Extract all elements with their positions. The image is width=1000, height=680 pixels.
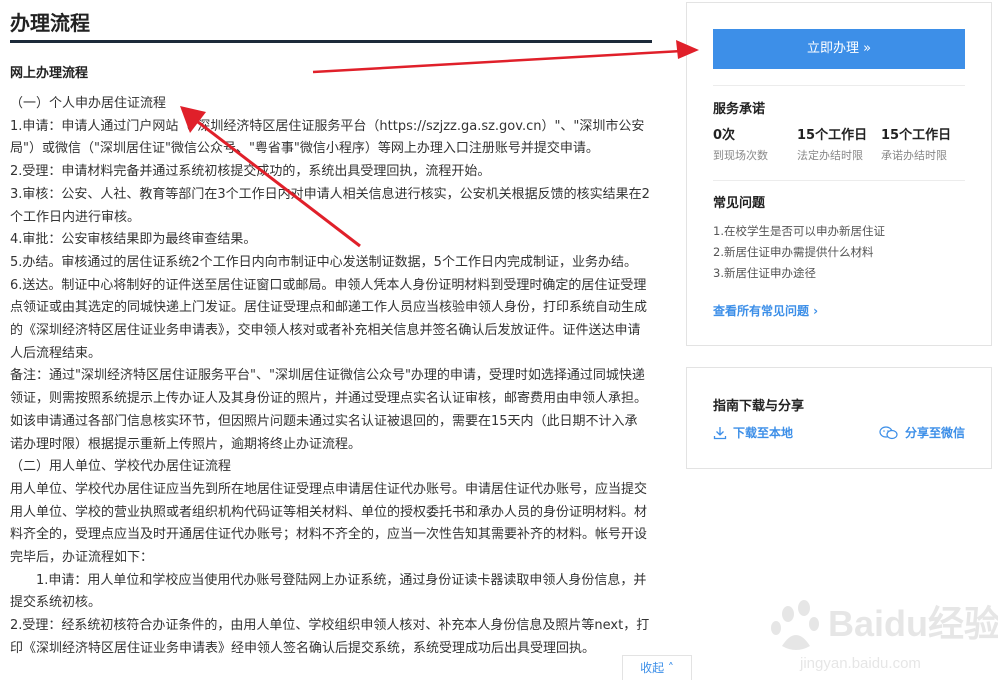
- paragraph: 4.审批：公安审核结果即为最终审查结果。: [10, 232, 257, 248]
- download-label: 下载至本地: [733, 426, 794, 440]
- stat-value: 15个工作日: [797, 128, 868, 143]
- collapse-button[interactable]: 收起 ˄: [622, 655, 692, 680]
- paragraph: 2.受理：经系统初核符合办证条件的，由用人单位、学校组织申领人核对、补充本人身份…: [10, 618, 650, 656]
- faq-list: 1.在校学生是否可以申办新居住证 2.新居住证申办需提供什么材料 3.新居住证申…: [713, 221, 885, 284]
- stat-value: 15个工作日: [881, 128, 952, 143]
- share-label: 分享至微信: [905, 426, 966, 440]
- baidu-jingyan-watermark: Baidu经验 jingyan.baidu.com: [771, 600, 998, 672]
- faq-item[interactable]: 2.新居住证申办需提供什么材料: [713, 242, 885, 263]
- faq-item[interactable]: 1.在校学生是否可以申办新居住证: [713, 221, 885, 242]
- download-button[interactable]: 下载至本地: [713, 424, 793, 441]
- stat-label: 法定办结时限: [797, 149, 863, 162]
- paragraph: （一）个人申办居住证流程: [10, 96, 167, 111]
- stat-label: 承诺办结时限: [881, 149, 947, 162]
- service-promise-title: 服务承诺: [713, 102, 766, 117]
- paragraph: 备注：通过"深圳经济特区居住证服务平台"、"深圳居住证微信公众号"办理的申请，受…: [10, 368, 648, 452]
- faq-title: 常见问题: [713, 196, 766, 211]
- wechat-icon: [879, 425, 898, 439]
- paragraph: （二）用人单位、学校代办居住证流程: [10, 459, 232, 475]
- paragraph: 3.审核：公安、人社、教育等部门在3个工作日内对申请人相关信息进行核实，公安机关…: [10, 186, 650, 225]
- service-panel: 立即办理 » 服务承诺 0次 到现场次数 15个工作日 法定办结时限 15个工作…: [686, 2, 992, 346]
- faq-item[interactable]: 3.新居住证申办途径: [713, 263, 885, 284]
- stat-label: 到现场次数: [713, 149, 768, 162]
- paragraph: 用人单位、学校代办居住证应当先到所在地居住证受理点申请居住证代办账号。申请居住证…: [10, 481, 648, 566]
- stat-visits: 0次 到现场次数: [713, 127, 768, 165]
- paragraph: 1.申请：用人单位和学校应当使用代办账号登陆网上办证系统，通过身份证读卡器读取申…: [10, 572, 647, 611]
- title-divider: [10, 40, 652, 43]
- watermark-brand: Baidu经验: [828, 603, 998, 644]
- view-all-faq-link[interactable]: 查看所有常见问题 ›: [713, 302, 818, 319]
- share-wechat-button[interactable]: 分享至微信: [879, 424, 965, 441]
- section-title: 网上办理流程: [10, 66, 89, 81]
- download-share-panel: 指南下载与分享 下载至本地 分享至微信: [686, 367, 992, 469]
- stat-promised-limit: 15个工作日 承诺办结时限: [881, 127, 951, 165]
- apply-now-button[interactable]: 立即办理 »: [713, 29, 965, 69]
- download-icon: [713, 426, 727, 439]
- share-title: 指南下载与分享: [713, 399, 805, 414]
- page-title: 办理流程: [10, 11, 90, 35]
- process-text: （一）个人申办居住证流程 1.申请：申请人通过门户网站（"深圳经济特区居住证服务…: [10, 93, 650, 661]
- paragraph: 1.申请：申请人通过门户网站（"深圳经济特区居住证服务平台（https://sz…: [10, 118, 645, 157]
- paragraph: 2.受理：申请材料完备并通过系统初核提交成功的，系统出具受理回执，流程开始。: [10, 164, 491, 180]
- divider: [713, 85, 965, 86]
- paragraph: 5.办结。审核通过的居住证系统2个工作日内向市制证中心发送制证数据，5个工作日内…: [10, 254, 637, 270]
- watermark-url: jingyan.baidu.com: [799, 655, 921, 672]
- divider: [713, 180, 965, 181]
- main-content: 办理流程 网上办理流程 （一）个人申办居住证流程 1.申请：申请人通过门户网站（…: [10, 0, 656, 656]
- red-arrow-line: [312, 49, 683, 74]
- stat-legal-limit: 15个工作日 法定办结时限: [797, 127, 867, 165]
- stat-value: 0次: [713, 128, 736, 143]
- paragraph: 6.送达。制证中心将制好的证件送至居住证窗口或邮局。申领人凭本人身份证明材料到受…: [10, 277, 648, 361]
